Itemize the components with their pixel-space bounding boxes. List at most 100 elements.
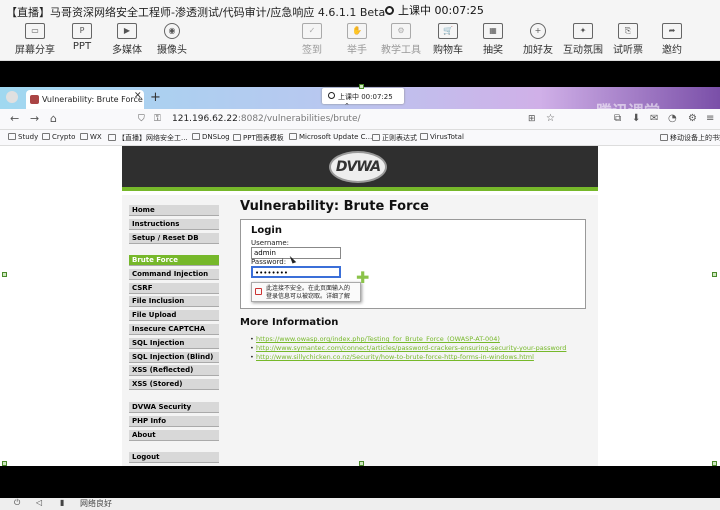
bookmark-mobile[interactable]: 移动设备上的书签 xyxy=(660,133,720,143)
screen-share-button[interactable]: ▭ 屏幕分享 xyxy=(8,23,62,56)
network-status: 网络良好 xyxy=(80,499,112,508)
page-icon xyxy=(372,134,380,141)
link-sillychicken[interactable]: http://www.sillychicken.co.nz/Security/h… xyxy=(250,353,534,361)
lottery-icon: ▦ xyxy=(483,23,503,39)
address-bar[interactable]: 121.196.62.22:8082/vulnerabilities/brute… xyxy=(172,114,361,124)
resize-handle-right[interactable] xyxy=(712,272,717,277)
page-icon xyxy=(233,134,241,141)
cart-icon: 🛒 xyxy=(438,23,458,39)
page-icon xyxy=(108,134,116,141)
menu-command-injection[interactable]: Command Injection xyxy=(129,269,219,280)
downloads-icon[interactable]: ⬇ xyxy=(632,113,640,124)
menu-file-inclusion[interactable]: File Inclusion xyxy=(129,296,219,307)
bookmark-wx[interactable]: WX xyxy=(80,133,102,141)
signal-icon: ▮ xyxy=(60,498,65,507)
menu-brute-force[interactable]: Brute Force xyxy=(129,255,219,266)
back-icon[interactable]: ← xyxy=(10,112,19,125)
menu-xss-reflected[interactable]: XSS (Reflected) xyxy=(129,365,219,376)
forward-icon[interactable]: → xyxy=(30,112,39,125)
live-status-text: 上课中 00:07:25 xyxy=(398,4,484,17)
insecure-login-warning[interactable]: 此连接不安全。在此页面输入的 登录信息可以被窃取。详细了解 xyxy=(251,282,361,302)
menu-php-info[interactable]: PHP Info xyxy=(129,416,219,427)
page-title: Vulnerability: Brute Force xyxy=(240,199,430,214)
folder-icon xyxy=(8,133,16,140)
ppt-icon: P xyxy=(72,23,92,39)
interaction-icon: ✦ xyxy=(573,23,593,39)
shield-icon[interactable]: ⛉ xyxy=(138,114,145,124)
bookmark-live[interactable]: 【直播】网络安全工... xyxy=(108,133,188,143)
mail-icon[interactable]: ✉ xyxy=(650,113,658,124)
page-icon xyxy=(192,133,200,140)
menu-dvwa-security[interactable]: DVWA Security xyxy=(129,402,219,413)
grid-icon[interactable]: ⊞ xyxy=(528,114,536,124)
menu-logout[interactable]: Logout xyxy=(129,452,219,463)
dvwa-header: DVWA xyxy=(122,146,598,191)
media-icon: ▶ xyxy=(117,23,137,39)
dvwa-logo: DVWA xyxy=(329,151,387,183)
folder-icon xyxy=(660,134,668,141)
browser-menu-icon[interactable] xyxy=(6,91,18,103)
invite-button[interactable]: ➦ 邀约 xyxy=(645,23,699,56)
more-info-title: More Information xyxy=(240,317,339,328)
speaker-icon[interactable]: ◁ xyxy=(36,498,42,507)
globe-icon xyxy=(289,133,297,140)
bookmark-ppt[interactable]: PPT图表模板 xyxy=(233,133,284,143)
tools-icon[interactable]: ⚙ xyxy=(688,113,697,124)
browser-nav-bar: ← → ⌂ ⛉ ⚿ 121.196.62.22:8082/vulnerabili… xyxy=(0,109,720,130)
extension-icon[interactable]: ⧉ xyxy=(614,113,621,124)
star-icon[interactable]: ☆ xyxy=(546,113,555,124)
bookmark-crypto[interactable]: Crypto xyxy=(42,133,75,141)
username-label: Username: xyxy=(251,239,290,247)
login-form: Login Username: admin Password: ••••••••… xyxy=(240,219,586,309)
camera-button[interactable]: ◉ 摄像头 xyxy=(145,23,199,56)
home-icon[interactable]: ⌂ xyxy=(50,112,57,125)
menu-setup[interactable]: Setup / Reset DB xyxy=(129,233,219,244)
main-content: Vulnerability: Brute Force Login Usernam… xyxy=(234,195,594,466)
dvwa-body: Home Instructions Setup / Reset DB Brute… xyxy=(122,195,598,466)
screen-share-icon: ▭ xyxy=(25,23,45,39)
menu-sql-injection-blind[interactable]: SQL Injection (Blind) xyxy=(129,352,219,363)
add-friend-icon: + xyxy=(530,23,546,39)
menu-insecure-captcha[interactable]: Insecure CAPTCHA xyxy=(129,324,219,335)
menu-sql-injection[interactable]: SQL Injection xyxy=(129,338,219,349)
page-icon xyxy=(420,133,428,140)
login-title: Login xyxy=(251,225,282,236)
checkin-icon: ✓ xyxy=(302,23,322,39)
resize-handle-top[interactable] xyxy=(359,84,364,89)
menu-xss-stored[interactable]: XSS (Stored) xyxy=(129,379,219,390)
new-tab-icon[interactable]: + xyxy=(150,90,161,105)
browser-tab[interactable]: Vulnerability: Brute Force :: D xyxy=(26,90,144,109)
ticket-icon: ⎘ xyxy=(618,23,638,39)
menu-home[interactable]: Home xyxy=(129,205,219,216)
folder-icon xyxy=(80,133,88,140)
password-label: Password: xyxy=(251,258,287,266)
key-icon[interactable]: ⚿ xyxy=(154,114,161,124)
toolbar: ▭ 屏幕分享 P PPT ▶ 多媒体 ◉ 摄像头 ✓ 签到 ✋ 举手 ⚙ 教学工具 🛒 购物车 … xyxy=(0,21,720,61)
password-input[interactable]: •••••••• xyxy=(251,266,341,278)
account-icon[interactable]: ◔ xyxy=(668,113,677,124)
menu-icon[interactable]: ≡ xyxy=(706,113,714,124)
teaching-tools-button[interactable]: ⚙ 教学工具 xyxy=(374,23,428,56)
menu-about[interactable]: About xyxy=(129,430,219,441)
bookmark-microsoft[interactable]: Microsoft Update C... xyxy=(289,133,372,141)
menu-file-upload[interactable]: File Upload xyxy=(129,310,219,321)
live-timer: 上课中 00:07:25 xyxy=(385,2,484,18)
mic-icon[interactable]: ⏻ xyxy=(14,498,20,508)
link-owasp[interactable]: https://www.owasp.org/index.php/Testing_… xyxy=(250,335,500,343)
bookmark-study[interactable]: Study xyxy=(8,133,38,141)
link-symantec[interactable]: http://www.symantec.com/connect/articles… xyxy=(250,344,566,352)
close-icon[interactable]: ✕ xyxy=(134,91,142,101)
bookmark-regex[interactable]: 正则表达式 xyxy=(372,133,417,143)
floating-live-status[interactable]: 上课中 00:07:25 ⌃ xyxy=(322,88,404,110)
bookmark-dnslog[interactable]: DNSLog xyxy=(192,133,230,141)
bookmark-virustotal[interactable]: VirusTotal xyxy=(420,133,464,141)
web-page: DVWA Home Instructions Setup / Reset DB … xyxy=(0,146,720,466)
menu-csrf[interactable]: CSRF xyxy=(129,283,219,294)
bookmarks-bar: Study Crypto WX 【直播】网络安全工... DNSLog PPT图… xyxy=(0,130,720,146)
app-title: 【直播】马哥资深网络安全工程师-渗透测试/代码审计/应急响应 4.6.1.1 B… xyxy=(0,0,720,21)
live-indicator-icon xyxy=(385,5,394,15)
lock-warning-icon xyxy=(255,288,262,295)
invite-icon: ➦ xyxy=(662,23,682,39)
menu-instructions[interactable]: Instructions xyxy=(129,219,219,230)
resize-handle-left[interactable] xyxy=(2,272,7,277)
